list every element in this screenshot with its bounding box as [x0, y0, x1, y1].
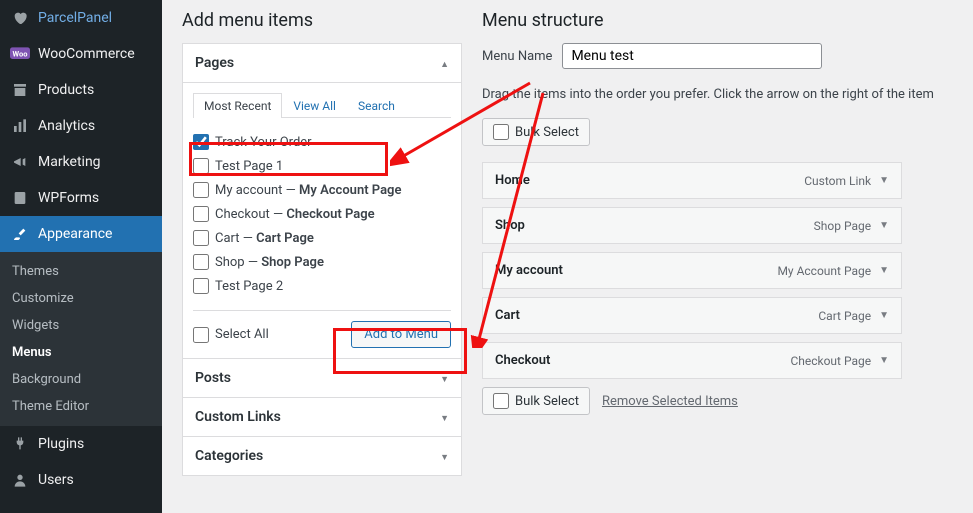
submenu-widgets[interactable]: Widgets — [0, 312, 162, 339]
menu-item-type: Custom Link — [804, 174, 871, 188]
sidebar-item-parcelpanel[interactable]: ParcelPanel — [0, 0, 162, 36]
sidebar-item-wpforms[interactable]: WPForms — [0, 180, 162, 216]
bars-icon — [10, 116, 30, 136]
mega-icon — [10, 152, 30, 172]
main-content: Add menu items Pages Most RecentView All… — [162, 0, 973, 485]
chevron-down-icon — [440, 409, 449, 425]
menu-item-type: Shop Page — [814, 219, 871, 233]
page-checkbox[interactable] — [193, 134, 209, 150]
menu-structure-item[interactable]: Home Custom Link ▼ — [482, 162, 902, 199]
menu-structure-item[interactable]: Cart Cart Page ▼ — [482, 297, 902, 334]
sidebar-item-woocommerce[interactable]: WooWooCommerce — [0, 36, 162, 72]
sidebar-item-appearance[interactable]: Appearance — [0, 216, 162, 252]
admin-sidebar: ParcelPanelWooWooCommerceProductsAnalyti… — [0, 0, 162, 513]
chevron-down-icon — [440, 370, 449, 386]
sidebar-item-analytics[interactable]: Analytics — [0, 108, 162, 144]
chevron-up-icon — [440, 55, 449, 71]
menu-item-type: My Account Page — [777, 264, 871, 278]
page-checkbox[interactable] — [193, 206, 209, 222]
tab-view-all[interactable]: View All — [282, 93, 347, 118]
woo-icon: Woo — [10, 44, 30, 64]
add-menu-items-column: Add menu items Pages Most RecentView All… — [182, 10, 462, 475]
menu-structure-item[interactable]: Shop Shop Page ▼ — [482, 207, 902, 244]
plug-icon — [10, 434, 30, 454]
menu-item-title: Home — [495, 173, 530, 188]
page-label: Cart — Cart Page — [215, 231, 314, 246]
submenu-menus[interactable]: Menus — [0, 339, 162, 366]
user-icon — [10, 470, 30, 490]
pages-accordion: Pages Most RecentView AllSearch Track Yo… — [182, 43, 462, 359]
page-label: Shop — Shop Page — [215, 255, 324, 270]
page-checkbox[interactable] — [193, 254, 209, 270]
submenu-themes[interactable]: Themes — [0, 258, 162, 285]
page-item-row[interactable]: Test Page 2 — [193, 274, 451, 298]
menu-structure-column: Menu structure Menu Name Drag the items … — [482, 10, 953, 475]
drag-instruction: Drag the items into the order you prefer… — [482, 87, 953, 102]
menu-item-title: Shop — [495, 218, 525, 233]
menu-item-type: Cart Page — [818, 309, 871, 323]
submenu-background[interactable]: Background — [0, 366, 162, 393]
accordion-posts[interactable]: Posts — [183, 359, 461, 397]
select-all-checkbox[interactable] — [193, 327, 209, 343]
submenu-theme-editor[interactable]: Theme Editor — [0, 393, 162, 420]
menu-item-title: Checkout — [495, 353, 550, 368]
add-to-menu-button[interactable]: Add to Menu — [351, 321, 451, 348]
page-checkbox[interactable] — [193, 230, 209, 246]
page-item-row[interactable]: Track Your Order — [193, 130, 451, 154]
page-checkbox[interactable] — [193, 182, 209, 198]
page-item-row[interactable]: Checkout — Checkout Page — [193, 202, 451, 226]
brush-icon — [10, 224, 30, 244]
menu-name-input[interactable] — [562, 43, 822, 69]
menu-structure-item[interactable]: My account My Account Page ▼ — [482, 252, 902, 289]
chevron-down-icon[interactable]: ▼ — [879, 265, 889, 276]
sidebar-item-marketing[interactable]: Marketing — [0, 144, 162, 180]
chevron-down-icon[interactable]: ▼ — [879, 310, 889, 321]
page-label: My account — My Account Page — [215, 183, 401, 198]
page-checkbox[interactable] — [193, 278, 209, 294]
bulk-select-top[interactable]: Bulk Select — [482, 118, 590, 146]
archive-icon — [10, 80, 30, 100]
chevron-down-icon[interactable]: ▼ — [879, 175, 889, 186]
page-label: Track Your Order — [215, 135, 312, 150]
chevron-down-icon — [440, 448, 449, 464]
menu-item-title: Cart — [495, 308, 520, 323]
tab-search[interactable]: Search — [347, 93, 406, 118]
page-label: Checkout — Checkout Page — [215, 207, 375, 222]
forms-icon — [10, 188, 30, 208]
page-label: Test Page 2 — [215, 279, 283, 294]
structure-heading: Menu structure — [482, 10, 953, 31]
chevron-down-icon[interactable]: ▼ — [879, 220, 889, 231]
page-label: Test Page 1 — [215, 159, 283, 174]
pages-tabs: Most RecentView AllSearch — [193, 93, 451, 118]
sidebar-item-plugins[interactable]: Plugins — [0, 426, 162, 462]
sidebar-item-products[interactable]: Products — [0, 72, 162, 108]
chevron-down-icon[interactable]: ▼ — [879, 355, 889, 366]
menu-name-label: Menu Name — [482, 49, 552, 64]
bulk-select-checkbox[interactable] — [493, 124, 509, 140]
tab-most-recent[interactable]: Most Recent — [193, 93, 282, 118]
accordion-categories[interactable]: Categories — [183, 437, 461, 475]
add-menu-heading: Add menu items — [182, 10, 462, 31]
page-item-row[interactable]: Test Page 1 — [193, 154, 451, 178]
heart-icon — [10, 8, 30, 28]
page-item-row[interactable]: Cart — Cart Page — [193, 226, 451, 250]
menu-item-type: Checkout Page — [790, 354, 871, 368]
sidebar-item-users[interactable]: Users — [0, 462, 162, 498]
bulk-select-bottom[interactable]: Bulk Select — [482, 387, 590, 415]
select-all-row[interactable]: Select All — [193, 323, 269, 347]
page-item-row[interactable]: My account — My Account Page — [193, 178, 451, 202]
menu-item-title: My account — [495, 263, 563, 278]
submenu-customize[interactable]: Customize — [0, 285, 162, 312]
page-item-row[interactable]: Shop — Shop Page — [193, 250, 451, 274]
menu-structure-item[interactable]: Checkout Checkout Page ▼ — [482, 342, 902, 379]
pages-accordion-header[interactable]: Pages — [183, 44, 461, 83]
bulk-select-checkbox-2[interactable] — [493, 393, 509, 409]
accordion-custom-links[interactable]: Custom Links — [183, 398, 461, 436]
page-checkbox[interactable] — [193, 158, 209, 174]
remove-selected-link[interactable]: Remove Selected Items — [602, 394, 738, 409]
svg-text:Woo: Woo — [13, 50, 28, 59]
